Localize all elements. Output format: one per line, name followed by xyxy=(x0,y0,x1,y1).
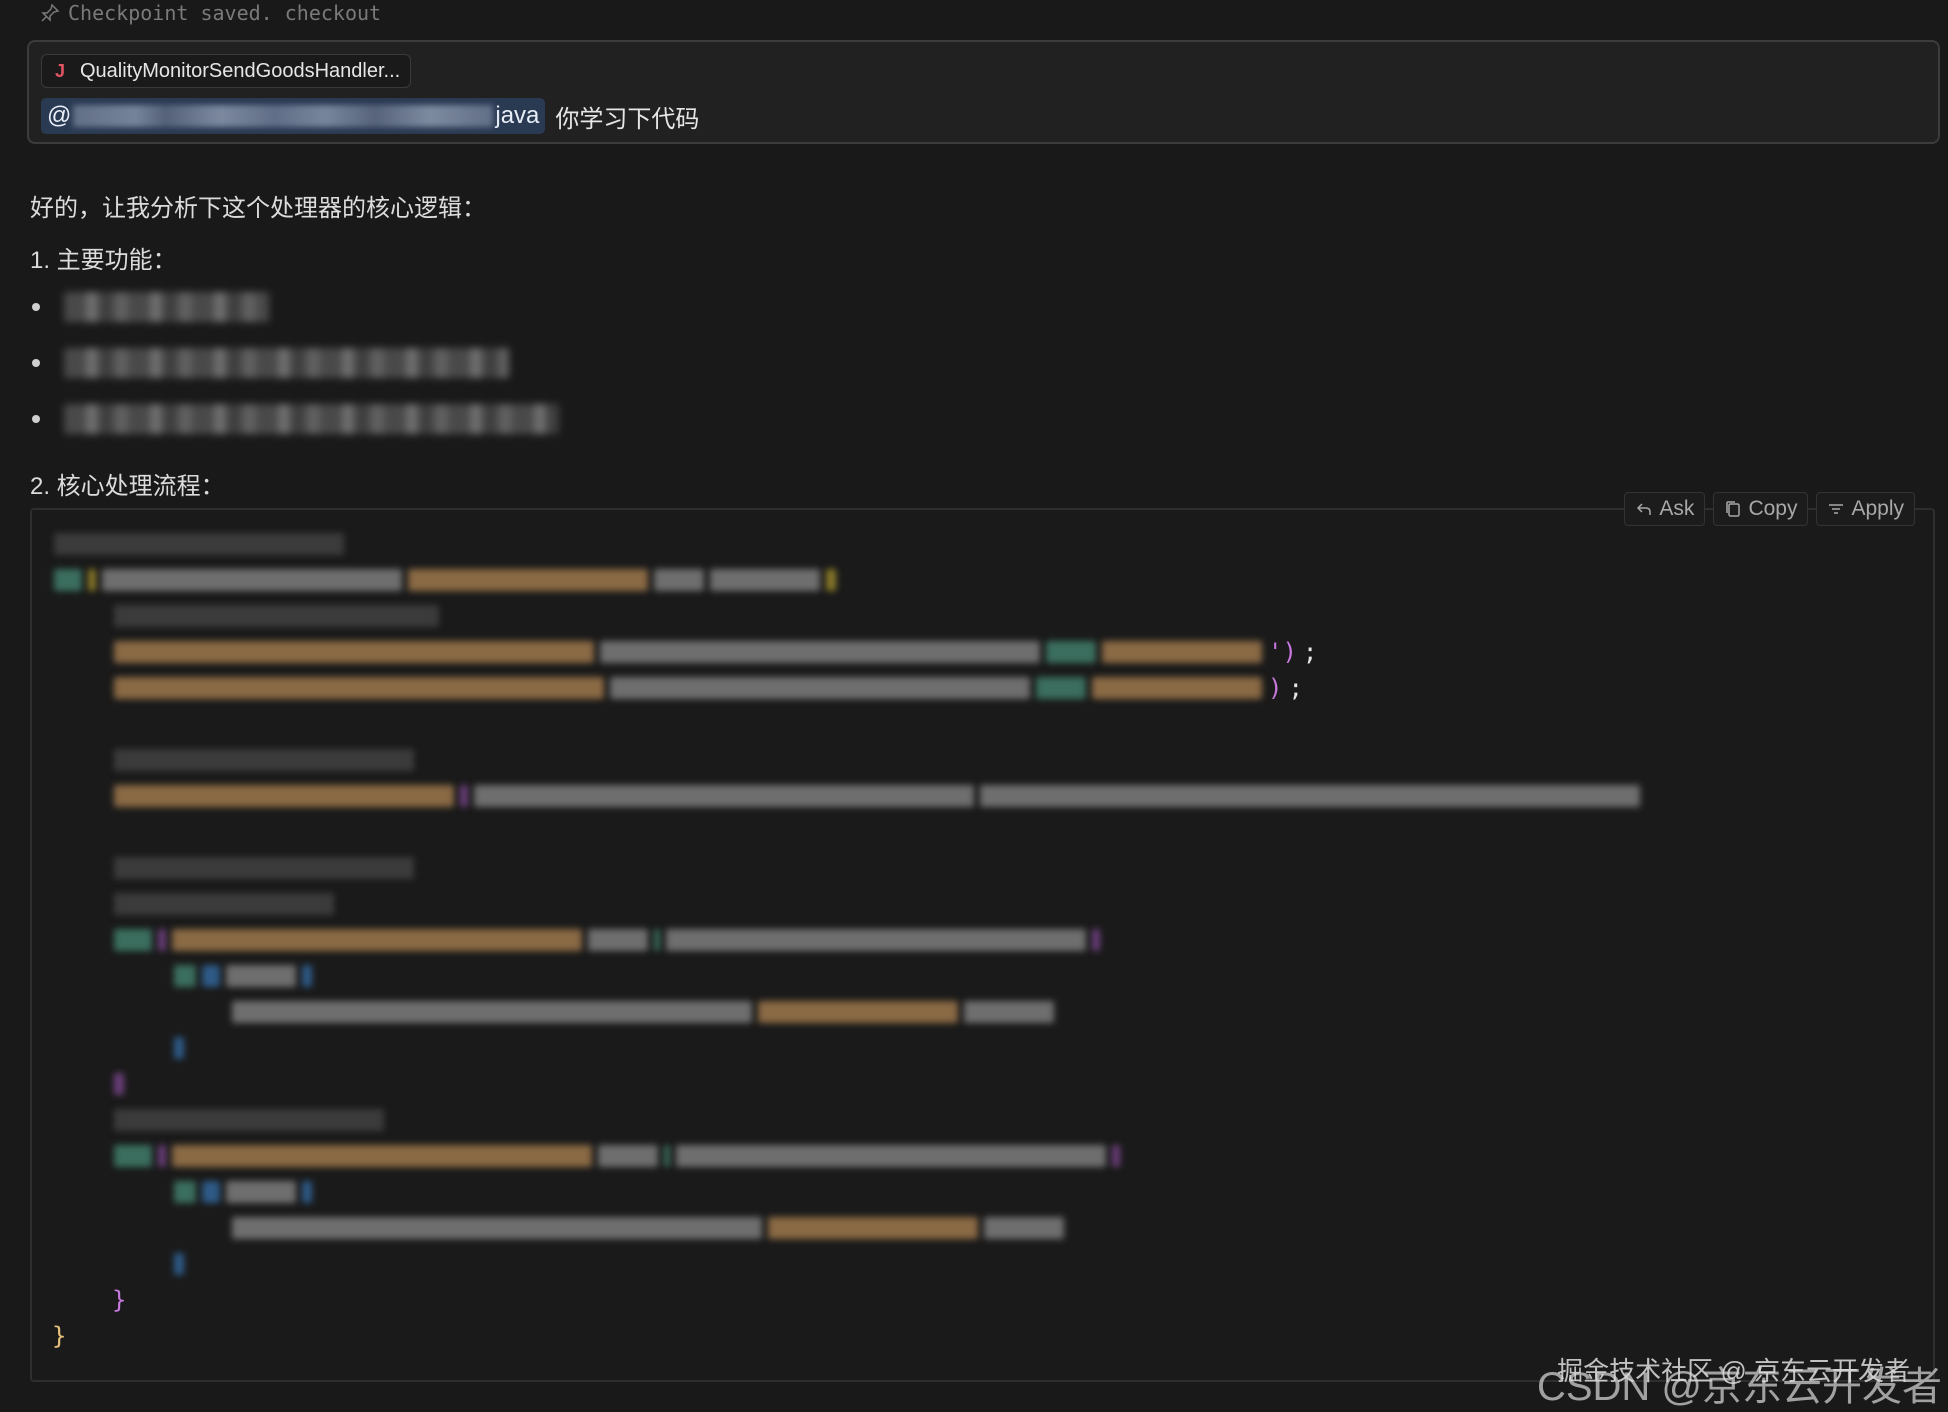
code-line xyxy=(174,1036,184,1060)
code-line xyxy=(114,1072,124,1096)
code-block: Ask Copy Apply '); );}} xyxy=(30,492,1935,1382)
code-line xyxy=(54,568,836,592)
code-line: ); xyxy=(114,674,1303,702)
bullet-dot xyxy=(32,359,40,367)
code-line xyxy=(114,1144,1120,1168)
code-line xyxy=(114,856,414,880)
code-line xyxy=(232,1216,1064,1240)
code-line xyxy=(114,748,414,772)
reply-arrow-icon xyxy=(1637,503,1652,515)
code-actions: Ask Copy Apply xyxy=(1624,492,1915,526)
code-line xyxy=(232,1000,1054,1024)
user-message-box[interactable]: J QualityMonitorSendGoodsHandler... @ ja… xyxy=(27,40,1940,144)
code-line xyxy=(114,604,439,628)
outer-close-brace: } xyxy=(52,1322,67,1350)
inner-close-brace: } xyxy=(112,1286,127,1314)
checkpoint-banner[interactable]: Checkpoint saved. checkout xyxy=(40,0,381,26)
mention-suffix: java xyxy=(495,102,540,129)
code-line: } xyxy=(52,1322,67,1350)
redacted-text xyxy=(64,348,509,378)
copy-label: Copy xyxy=(1748,497,1798,520)
bullet-item xyxy=(30,348,509,378)
code-glyph: ') xyxy=(1268,638,1297,666)
bullet-item xyxy=(30,404,559,434)
java-file-icon: J xyxy=(54,60,65,81)
watermark-csdn: CSDN @京东云开发者 xyxy=(1536,1365,1942,1409)
pin-icon xyxy=(41,3,60,22)
redacted-text xyxy=(64,292,269,322)
code-line xyxy=(114,892,334,916)
copy-button[interactable]: Copy xyxy=(1713,492,1809,526)
code-line xyxy=(114,928,1100,952)
code-line: '); xyxy=(114,638,1317,666)
code-line xyxy=(174,1252,184,1276)
query-line: @ java 你学习下代码 xyxy=(41,98,699,134)
section-heading-1: 1. 主要功能： xyxy=(30,247,177,274)
mention-prefix: @ xyxy=(47,102,72,129)
apply-label: Apply xyxy=(1851,497,1904,520)
ask-button[interactable]: Ask xyxy=(1624,492,1706,526)
code-line xyxy=(174,964,312,988)
apply-button[interactable]: Apply xyxy=(1816,492,1915,526)
code-line xyxy=(114,1108,384,1132)
code-line xyxy=(174,1180,312,1204)
file-chip-label: QualityMonitorSendGoodsHandler... xyxy=(80,59,401,82)
code-line: } xyxy=(112,1286,127,1314)
bullet-item xyxy=(30,292,269,322)
response-intro: 好的，让我分析下这个处理器的核心逻辑： xyxy=(30,195,486,222)
code-line xyxy=(54,532,344,556)
apply-filter-icon xyxy=(1829,504,1844,514)
redacted-text xyxy=(64,404,559,434)
bullet-dot xyxy=(32,415,40,423)
query-text: 你学习下代码 xyxy=(555,105,700,133)
file-mention[interactable]: @ java xyxy=(41,98,546,134)
file-context-chip[interactable]: J QualityMonitorSendGoodsHandler... xyxy=(41,54,412,88)
copy-icon xyxy=(1726,501,1741,517)
ask-label: Ask xyxy=(1659,497,1695,520)
code-line xyxy=(114,784,1640,808)
redacted-filename xyxy=(73,105,494,127)
checkpoint-text: Checkpoint saved. checkout xyxy=(68,1,382,25)
section-heading-2: 2. 核心处理流程： xyxy=(30,473,225,500)
code-glyph: ) xyxy=(1268,674,1283,702)
bullet-dot xyxy=(32,303,40,311)
